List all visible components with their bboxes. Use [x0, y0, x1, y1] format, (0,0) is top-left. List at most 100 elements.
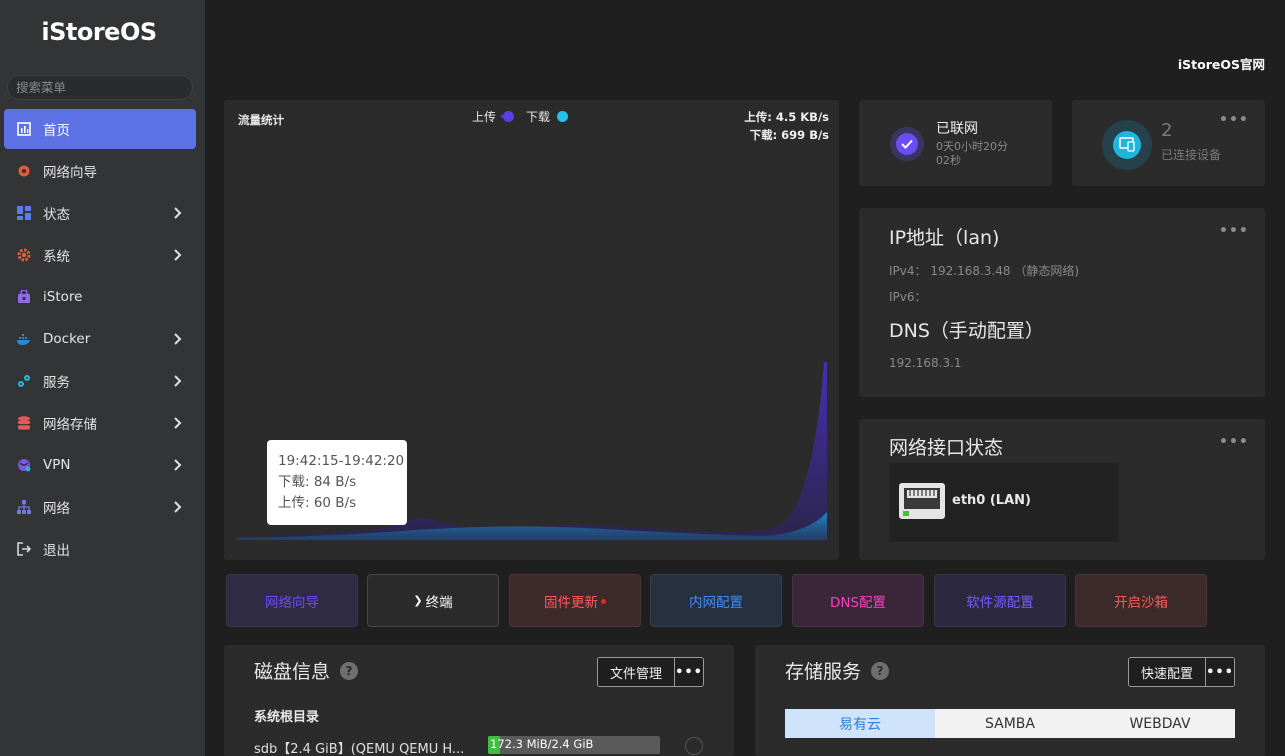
sidebar-item-label: VPN [43, 457, 71, 473]
docker-icon [17, 332, 31, 346]
button-label: 开启沙箱 [1114, 594, 1168, 611]
services-icon [17, 374, 31, 388]
quick-firmware-update-button[interactable]: 固件更新 [509, 574, 641, 627]
devices-icon [1102, 120, 1152, 170]
storage-card: 存储服务? 快速配置 ••• [755, 645, 1265, 756]
devices-card[interactable]: 2 已连接设备 ••• [1072, 100, 1265, 186]
disk-title-row: 磁盘信息? [254, 657, 359, 684]
sidebar-item-label: 网络 [43, 501, 70, 517]
tab-yiyouyun[interactable]: 易有云 [785, 709, 935, 738]
more-options-button[interactable]: ••• [675, 658, 703, 686]
disk-title: 磁盘信息 [254, 661, 331, 683]
chevron-right-icon [174, 249, 182, 261]
chevron-right-icon [174, 207, 182, 219]
disk-section-title: 系统根目录 [254, 710, 320, 725]
interfaces-card: 网络接口状态 ••• eth0 (LAN) [859, 419, 1265, 560]
network-status-title: 已联网 [936, 121, 978, 137]
sidebar-item-label: 网络存储 [43, 417, 97, 433]
chevron-right-icon [174, 375, 182, 387]
sidebar-item-docker[interactable]: Docker [4, 319, 196, 359]
tab-label: SAMBA [985, 715, 1035, 732]
sidebar-item-network[interactable]: 网络 [4, 487, 196, 527]
sidebar-item-label: 状态 [43, 207, 70, 223]
network-uptime: 0天0小时20分02秒 [936, 140, 1008, 167]
store-icon [17, 290, 31, 304]
sidebar-item-system[interactable]: 系统 [4, 235, 196, 275]
quick-lan-config-button[interactable]: 内网配置 [650, 574, 782, 627]
terminal-prompt-icon: ❯ [413, 594, 423, 607]
sidebar-item-status[interactable]: 状态 [4, 193, 196, 233]
official-site-link[interactable]: iStoreOS官网 [1178, 54, 1265, 73]
search-menu-input[interactable]: 搜索菜单 [7, 75, 193, 100]
interfaces-more-button[interactable]: ••• [1219, 434, 1249, 450]
interfaces-title: 网络接口状态 [889, 437, 1004, 459]
sidebar-item-label: 系统 [43, 249, 70, 265]
button-label: 内网配置 [689, 594, 743, 611]
button-label: 软件源配置 [966, 594, 1034, 611]
quick-terminal-button[interactable]: ❯ 终端 [367, 574, 499, 627]
disk-usage-bar: 172.3 MiB/2.4 GiB [488, 736, 660, 754]
connected-check-icon [890, 127, 924, 161]
ipv4-value: 192.168.3.48 （静态网络) [930, 264, 1079, 278]
sidebar-item-vpn[interactable]: VPN [4, 445, 196, 485]
more-options-button[interactable]: ••• [1206, 658, 1234, 686]
gear-icon [17, 248, 31, 262]
grid-icon [17, 206, 31, 220]
quick-config-button[interactable]: 快速配置 [1129, 658, 1207, 686]
file-manager-button[interactable]: 文件管理 [598, 658, 676, 686]
button-label: 网络向导 [265, 594, 319, 611]
disk-usage-text: 172.3 MiB/2.4 GiB [490, 737, 594, 751]
chevron-right-icon [174, 417, 182, 429]
quick-software-source-button[interactable]: 软件源配置 [934, 574, 1066, 627]
ethernet-port-icon [899, 483, 945, 519]
app-logo[interactable]: iStoreOS [0, 18, 198, 46]
traffic-card: 流量统计 上传 下载 上传: 4.5 KB/s 下载: 699 B/s 19:4… [224, 100, 839, 560]
button-label: 固件更新 [544, 594, 598, 611]
tooltip-time: 19:42:15-19:42:20 [278, 453, 405, 469]
quick-network-wizard-button[interactable]: 网络向导 [226, 574, 358, 627]
interface-item[interactable]: eth0 (LAN) [889, 463, 1119, 542]
disk-action-icon[interactable] [685, 737, 703, 755]
help-icon[interactable]: ? [340, 662, 359, 680]
database-icon [17, 416, 31, 430]
sidebar-item-network-wizard[interactable]: 网络向导 [4, 151, 196, 191]
sidebar-item-services[interactable]: 服务 [4, 361, 196, 401]
tab-samba[interactable]: SAMBA [935, 709, 1085, 738]
quick-dns-config-button[interactable]: DNS配置 [792, 574, 924, 627]
sidebar-item-label: iStore [43, 289, 83, 305]
sidebar-item-home[interactable]: 首页 [4, 109, 196, 149]
sidebar-item-label: 退出 [43, 543, 70, 559]
tab-webdav[interactable]: WEBDAV [1085, 709, 1235, 738]
help-icon[interactable]: ? [871, 662, 890, 680]
sidebar-item-logout[interactable]: 退出 [4, 529, 196, 569]
interface-name: eth0 (LAN) [952, 493, 1031, 508]
devices-count: 2 [1161, 120, 1173, 141]
ipv4-label: IPv4： [889, 264, 927, 278]
logout-icon [17, 542, 31, 556]
quick-sandbox-button[interactable]: 开启沙箱 [1075, 574, 1207, 627]
dns-value: 192.168.3.1 [889, 356, 962, 370]
update-dot-icon [601, 599, 606, 604]
devices-more-button[interactable]: ••• [1219, 112, 1249, 128]
chevron-right-icon [174, 501, 182, 513]
network-status-card: 已联网 0天0小时20分02秒 [859, 100, 1052, 186]
tooltip-upload: 上传: 60 B/s [278, 495, 357, 511]
sidebar: iStoreOS 搜索菜单 首页 网络向导 状态 系统 iStore Docke… [0, 0, 205, 756]
tab-label: 易有云 [839, 716, 881, 733]
ip-more-button[interactable]: ••• [1219, 223, 1249, 239]
wizard-icon [17, 164, 31, 178]
disk-row-name: sdb【2.4 GiB】(QEMU QEMU H... [254, 742, 465, 756]
dashboard-icon [17, 122, 31, 136]
vpn-icon [17, 458, 31, 472]
sidebar-item-label: Docker [43, 331, 91, 347]
ip-card: IP地址（lan) ••• IPv4： 192.168.3.48 （静态网络) … [859, 208, 1265, 397]
button-label: DNS配置 [829, 594, 887, 611]
storage-title-row: 存储服务? [785, 657, 890, 684]
sidebar-item-network-storage[interactable]: 网络存储 [4, 403, 196, 443]
sidebar-item-istore[interactable]: iStore [4, 277, 196, 317]
dns-title: DNS（手动配置） [889, 320, 1044, 342]
ipv6-label: IPv6： [889, 290, 927, 304]
sidebar-item-label: 网络向导 [43, 165, 97, 181]
sidebar-item-label: 服务 [43, 375, 70, 391]
network-icon [17, 500, 31, 514]
